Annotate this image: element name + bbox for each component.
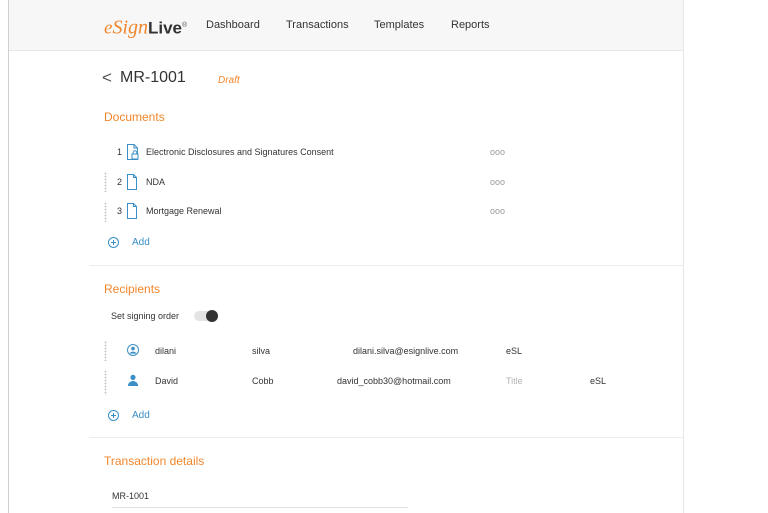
esignlive-logo[interactable]: eSignLive® bbox=[104, 14, 187, 39]
recipient-company: eSL bbox=[506, 346, 523, 356]
more-options-icon[interactable]: ooo bbox=[490, 206, 505, 216]
transaction-title: MR-1001 bbox=[120, 69, 186, 86]
document-name: NDA bbox=[146, 177, 166, 187]
recipients-section-title: Recipients bbox=[104, 282, 161, 296]
section-divider bbox=[89, 265, 683, 266]
add-recipient-label: Add bbox=[132, 410, 150, 421]
document-locked-icon bbox=[126, 144, 140, 162]
transaction-name-field[interactable]: MR-1001 bbox=[112, 491, 408, 508]
toggle-knob bbox=[206, 310, 218, 322]
document-name: Electronic Disclosures and Signatures Co… bbox=[146, 147, 334, 157]
more-options-icon[interactable]: ooo bbox=[490, 147, 505, 157]
section-divider bbox=[89, 437, 683, 438]
sender-user-icon bbox=[127, 344, 139, 358]
back-chevron-icon[interactable]: < bbox=[102, 68, 112, 88]
recipient-email: david_cobb30@hotmail.com bbox=[337, 376, 451, 386]
recipient-last-name: silva bbox=[252, 346, 271, 356]
recipient-first-name: David bbox=[155, 376, 179, 386]
top-navigation-bar: eSignLive® Dashboard Transactions Templa… bbox=[9, 0, 683, 51]
recipient-company: eSL bbox=[590, 376, 607, 386]
plus-circle-icon bbox=[108, 237, 119, 248]
add-document-label: Add bbox=[132, 237, 150, 248]
user-icon bbox=[127, 374, 139, 388]
signing-order-label: Set signing order bbox=[111, 311, 180, 321]
more-options-icon[interactable]: ooo bbox=[490, 177, 505, 187]
drag-handle-icon[interactable] bbox=[104, 202, 107, 222]
drag-handle-icon[interactable] bbox=[104, 172, 107, 192]
recipient-email: dilani.silva@esignlive.com bbox=[353, 346, 459, 356]
signing-order-toggle[interactable] bbox=[194, 310, 218, 322]
nav-dashboard[interactable]: Dashboard bbox=[206, 19, 260, 31]
document-icon bbox=[126, 203, 138, 221]
app-window: eSignLive® Dashboard Transactions Templa… bbox=[8, 0, 684, 513]
documents-section-title: Documents bbox=[104, 110, 165, 124]
nav-reports[interactable]: Reports bbox=[451, 19, 490, 31]
drag-handle-icon[interactable] bbox=[104, 385, 107, 395]
nav-transactions[interactable]: Transactions bbox=[286, 19, 349, 31]
recipient-title[interactable]: Title bbox=[506, 376, 523, 386]
status-badge: Draft bbox=[218, 75, 240, 86]
document-icon bbox=[126, 174, 138, 192]
recipient-last-name: Cobb bbox=[252, 376, 274, 386]
transaction-details-section-title: Transaction details bbox=[104, 454, 205, 468]
document-name: Mortgage Renewal bbox=[146, 206, 222, 216]
plus-circle-icon bbox=[108, 410, 119, 421]
nav-templates[interactable]: Templates bbox=[374, 19, 424, 31]
drag-handle-icon[interactable] bbox=[104, 341, 107, 361]
recipient-first-name: dilani bbox=[155, 346, 177, 356]
